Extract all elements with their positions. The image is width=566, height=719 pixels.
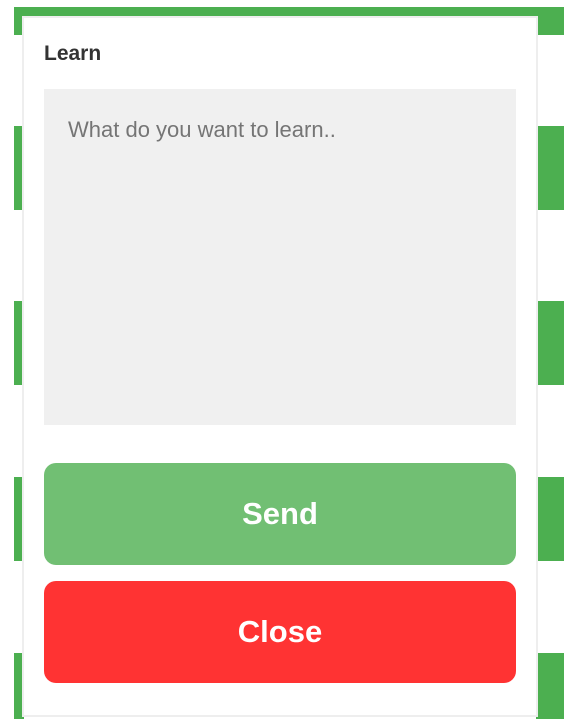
background-stripe: [536, 477, 564, 561]
background-stripe: [14, 477, 24, 561]
learn-topic-input[interactable]: [44, 89, 516, 425]
background-stripe: [14, 301, 24, 385]
learn-dialog: Learn Send Close: [24, 18, 536, 715]
background-stripe: [14, 126, 24, 210]
screen: Learn Send Close: [0, 0, 566, 719]
background-stripe: [14, 653, 24, 719]
dialog-title: Learn: [44, 42, 102, 65]
background-stripe: [536, 126, 564, 210]
send-button[interactable]: Send: [44, 463, 516, 565]
close-button[interactable]: Close: [44, 581, 516, 683]
background-stripe: [536, 301, 564, 385]
background-stripe: [536, 653, 564, 719]
